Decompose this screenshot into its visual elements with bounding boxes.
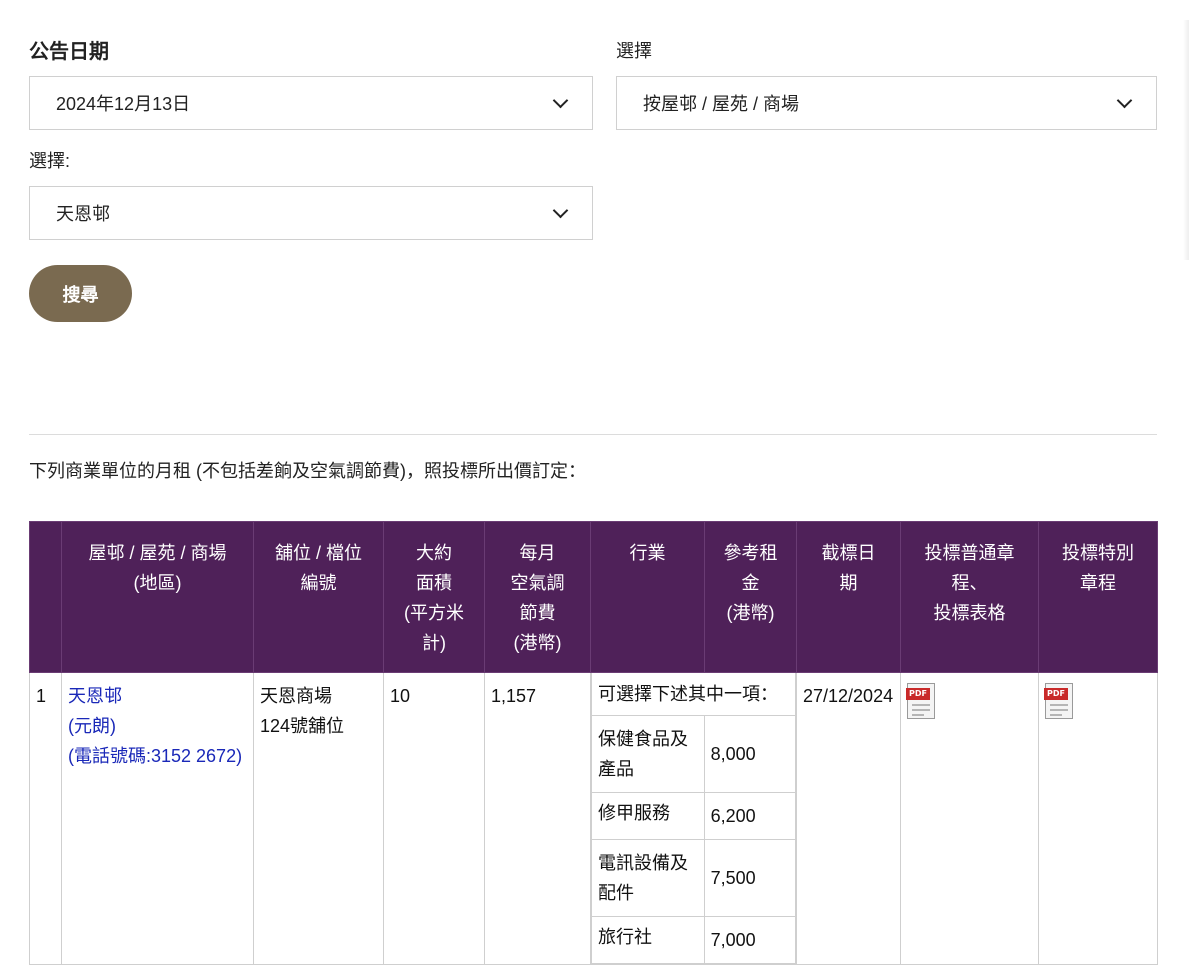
- header-ref-rent: 參考租 金 (港幣): [704, 521, 797, 673]
- type-label: 選擇: [616, 41, 652, 61]
- trade-rent: 8,000: [703, 715, 797, 793]
- header-deadline: 截標日 期: [796, 521, 901, 673]
- trade-name: 修甲服務: [591, 792, 705, 840]
- trade-name: 旅行社: [591, 916, 705, 964]
- trade-option-row: 電訊設備及 配件 7,500: [591, 839, 797, 917]
- date-select[interactable]: 2024年12月13日: [29, 76, 593, 130]
- search-button[interactable]: 搜尋: [29, 265, 132, 322]
- estate-phone: (電話號碼:3152 2672): [68, 746, 243, 766]
- trade-rent: 6,200: [703, 792, 797, 840]
- tender-table: 屋邨 / 屋苑 / 商場 (地區) 舖位 / 檔位 編號 大約 面積 (平方米 …: [29, 521, 1158, 965]
- pdf-tag: PDF: [906, 688, 930, 700]
- chevron-down-icon: [1116, 92, 1133, 109]
- header-special-terms: 投標特別 章程: [1038, 521, 1158, 673]
- header-trade: 行業: [590, 521, 705, 673]
- shop-cell: 天恩商場 124號舖位: [253, 672, 384, 965]
- header-ac-fee: 每月 空氣調 節費 (港幣): [484, 521, 591, 673]
- estate-district: (元朗): [68, 716, 116, 736]
- header-estate: 屋邨 / 屋苑 / 商場 (地區): [61, 521, 254, 673]
- trade-intro: 可選擇下述其中一項：: [591, 673, 796, 716]
- rent-note: 下列商業單位的月租 (不包括差餉及空氣調節費)，照投標所出價訂定：: [29, 461, 586, 481]
- header-area: 大約 面積 (平方米 計): [383, 521, 485, 673]
- deadline-cell: 27/12/2024: [796, 672, 901, 965]
- trade-rent: 7,500: [703, 839, 797, 917]
- type-select-value: 按屋邨 / 屋苑 / 商場: [643, 94, 800, 114]
- estate-name: 天恩邨: [68, 686, 122, 706]
- trade-name: 電訊設備及 配件: [591, 839, 705, 917]
- estate-select-value: 天恩邨: [56, 204, 110, 224]
- trade-intro-row: 可選擇下述其中一項：: [591, 673, 796, 716]
- area-cell: 10: [383, 672, 485, 965]
- header-index: [29, 521, 62, 673]
- trade-rent-cell: 可選擇下述其中一項： 保健食品及 產品 8,000 修甲服務 6,200 電訊設…: [590, 672, 797, 965]
- pdf-icon[interactable]: PDF: [906, 683, 935, 719]
- date-label: 公告日期: [29, 41, 109, 63]
- section-divider: [29, 434, 1157, 435]
- table-header-row: 屋邨 / 屋苑 / 商場 (地區) 舖位 / 檔位 編號 大約 面積 (平方米 …: [29, 521, 1158, 673]
- estate-select[interactable]: 天恩邨: [29, 186, 593, 240]
- special-terms-cell: PDF: [1038, 672, 1158, 965]
- row-index: 1: [29, 672, 62, 965]
- header-general-terms: 投標普通章 程、 投標表格: [900, 521, 1039, 673]
- trade-option-row: 保健食品及 產品 8,000: [591, 715, 797, 793]
- trade-option-row: 旅行社 7,000: [591, 916, 797, 964]
- ac-fee-cell: 1,157: [484, 672, 591, 965]
- pdf-tag: PDF: [1044, 688, 1068, 700]
- trade-name: 保健食品及 產品: [591, 715, 705, 793]
- general-terms-cell: PDF: [900, 672, 1039, 965]
- table-row: 1 天恩邨 (元朗) (電話號碼:3152 2672) 天恩商場 124號舖位 …: [29, 672, 1158, 965]
- chevron-down-icon: [552, 92, 569, 109]
- estate-cell: 天恩邨 (元朗) (電話號碼:3152 2672): [61, 672, 254, 965]
- trade-option-row: 修甲服務 6,200: [591, 792, 797, 840]
- date-select-value: 2024年12月13日: [56, 94, 191, 114]
- trade-subtable: 可選擇下述其中一項： 保健食品及 產品 8,000 修甲服務 6,200 電訊設…: [591, 673, 797, 964]
- type-select[interactable]: 按屋邨 / 屋苑 / 商場: [616, 76, 1157, 130]
- header-shop: 舖位 / 檔位 編號: [253, 521, 384, 673]
- estate-link[interactable]: 天恩邨 (元朗) (電話號碼:3152 2672): [68, 681, 247, 771]
- scroll-edge: [1183, 20, 1189, 260]
- trade-rent: 7,000: [703, 916, 797, 964]
- chevron-down-icon: [552, 202, 569, 219]
- pdf-icon[interactable]: PDF: [1044, 683, 1073, 719]
- estate-label: 選擇:: [29, 151, 71, 171]
